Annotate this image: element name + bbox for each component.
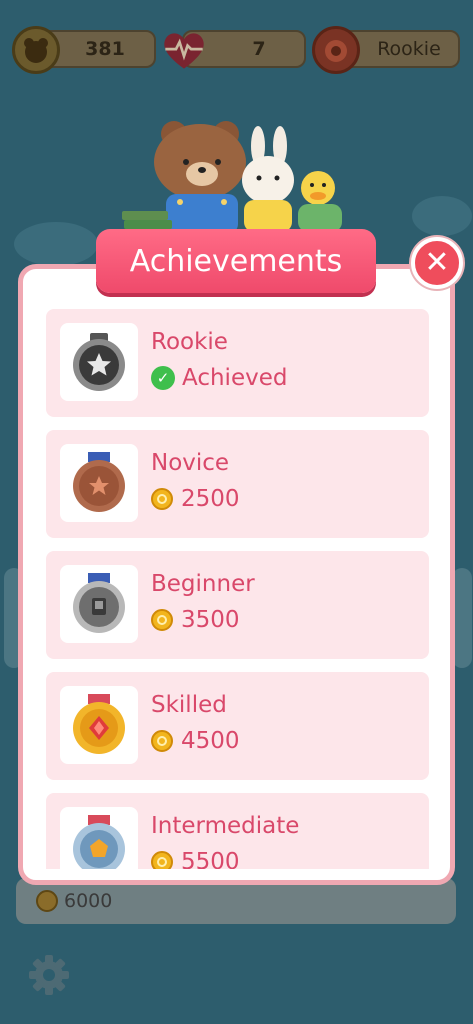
achievement-cost: 4500 — [151, 728, 240, 754]
gold-medal-icon — [73, 694, 125, 754]
silver-medal-icon — [73, 573, 125, 633]
achievement-card-novice[interactable]: Novice 2500 — [46, 430, 429, 538]
coin-icon — [151, 851, 173, 869]
achievements-title-banner: Achievements — [96, 229, 376, 293]
background-panel — [452, 568, 472, 668]
achievement-name: Intermediate — [151, 813, 300, 839]
achievements-list[interactable]: Rookie ✓ Achieved Novice 2500 Beginner 3… — [46, 309, 429, 869]
achievement-cost: 2500 — [151, 486, 240, 512]
cost-value: 4500 — [181, 728, 240, 754]
achievement-name: Rookie — [151, 329, 228, 355]
heart-icon — [160, 26, 208, 74]
rank-value: Rookie — [377, 38, 441, 60]
achievement-name: Beginner — [151, 571, 255, 597]
medal-frame — [60, 807, 138, 869]
coin-icon — [151, 730, 173, 752]
cost-value: 5500 — [181, 849, 240, 869]
cost-value: 2500 — [181, 486, 240, 512]
achievements-modal: Rookie ✓ Achieved Novice 2500 Beginner 3… — [18, 264, 455, 885]
coins-value: 381 — [85, 38, 125, 60]
mascot-characters-illustration — [122, 121, 342, 238]
bear-coin-icon — [12, 26, 60, 74]
achievement-card-beginner[interactable]: Beginner 3500 — [46, 551, 429, 659]
medal-frame — [60, 565, 138, 643]
gray-star-medal-icon — [73, 333, 125, 391]
cloud-decoration — [14, 222, 98, 266]
blue-medal-icon — [73, 815, 125, 869]
achieved-label: Achieved — [182, 365, 288, 391]
close-button[interactable]: ✕ — [411, 237, 463, 289]
lives-value: 7 — [252, 38, 266, 60]
achievement-card-intermediate[interactable]: Intermediate 5500 — [46, 793, 429, 869]
medal-frame — [60, 323, 138, 401]
coin-icon — [151, 609, 173, 631]
achievement-cost: 3500 — [151, 607, 240, 633]
settings-gear-icon[interactable] — [26, 952, 72, 998]
coin-icon — [36, 890, 58, 912]
checkmark-icon: ✓ — [151, 366, 175, 390]
bronze-medal-icon — [73, 452, 125, 512]
cost-value: 3500 — [181, 607, 240, 633]
achievement-card-rookie[interactable]: Rookie ✓ Achieved — [46, 309, 429, 417]
medal-frame — [60, 686, 138, 764]
achievement-card-skilled[interactable]: Skilled 4500 — [46, 672, 429, 780]
coin-icon — [151, 488, 173, 510]
achievement-name: Novice — [151, 450, 230, 476]
top-stats-bar: 381 7 Rookie — [12, 26, 461, 74]
cloud-decoration — [412, 196, 472, 236]
close-icon: ✕ — [424, 245, 450, 280]
medal-frame — [60, 444, 138, 522]
modal-title: Achievements — [129, 243, 343, 279]
achievement-cost: 5500 — [151, 849, 240, 869]
achievement-status: ✓ Achieved — [151, 365, 287, 391]
rank-badge-icon — [312, 26, 360, 74]
achievement-name: Skilled — [151, 692, 227, 718]
